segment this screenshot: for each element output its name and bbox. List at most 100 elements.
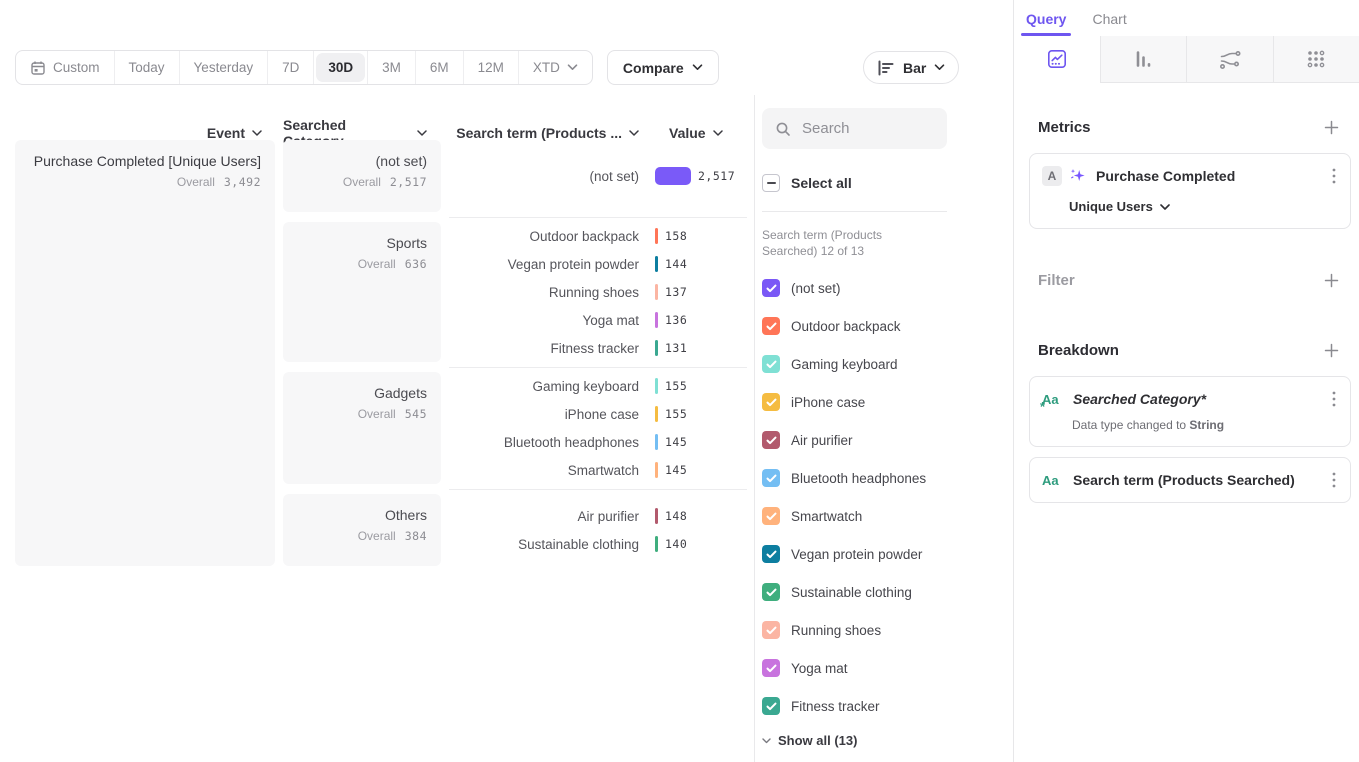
segment-filter-panel: Select all Search term (Products Searche… (762, 0, 1013, 762)
event-name: Purchase Completed [Unique Users] (34, 153, 261, 169)
checkbox-checked[interactable] (762, 431, 780, 449)
filter-item-label: (not set) (791, 281, 841, 296)
add-breakdown-button[interactable] (1324, 343, 1339, 358)
table-row[interactable]: Fitness tracker131 (449, 334, 747, 362)
tab-chart[interactable]: Chart (1092, 11, 1126, 36)
overall-value: 3,492 (224, 175, 261, 189)
tab-query[interactable]: Query (1026, 11, 1066, 36)
value-label: 145 (665, 463, 687, 477)
table-row[interactable]: Bluetooth headphones145 (449, 428, 747, 456)
filter-item-vegan-protein-powder[interactable]: Vegan protein powder (762, 535, 992, 573)
toolbar: CustomTodayYesterday7D30D3M6M12MXTD Comp… (15, 50, 719, 85)
value-label: 131 (665, 341, 687, 355)
date-range-7d[interactable]: 7D (268, 51, 314, 84)
metric-event-name: Purchase Completed (1096, 168, 1323, 184)
filter-item-sustainable-clothing[interactable]: Sustainable clothing (762, 573, 992, 611)
tab-retention-report[interactable] (1273, 36, 1359, 83)
value-bar (655, 312, 658, 328)
event-cell[interactable]: Purchase Completed [Unique Users] Overal… (15, 140, 275, 566)
table-row[interactable]: Outdoor backpack158 (449, 222, 747, 250)
kebab-menu-icon[interactable] (1330, 166, 1338, 186)
category-cell-gadgets[interactable]: GadgetsOverall545 (283, 372, 441, 484)
select-all-checkbox[interactable] (762, 174, 780, 192)
value-bar (655, 256, 658, 272)
table-row[interactable]: Running shoes137 (449, 278, 747, 306)
table-row[interactable]: (not set)2,517 (449, 162, 747, 190)
date-range-6m[interactable]: 6M (416, 51, 464, 84)
value-cell: 2,517 (655, 167, 747, 185)
filter-item-outdoor-backpack[interactable]: Outdoor backpack (762, 307, 992, 345)
value-label: 136 (665, 313, 687, 327)
checkbox-checked[interactable] (762, 317, 780, 335)
value-bar (655, 378, 658, 394)
filter-item-not-set[interactable]: (not set) (762, 269, 992, 307)
table-row[interactable]: Air purifier148 (449, 502, 747, 530)
retention-dots-icon (1306, 49, 1326, 69)
checkbox-checked[interactable] (762, 279, 780, 297)
filter-item-gaming-keyboard[interactable]: Gaming keyboard (762, 345, 992, 383)
date-range-today[interactable]: Today (115, 51, 180, 84)
filter-item-iphone-case[interactable]: iPhone case (762, 383, 992, 421)
overall-label: Overall (358, 407, 396, 421)
checkbox-checked[interactable] (762, 393, 780, 411)
filter-item-smartwatch[interactable]: Smartwatch (762, 497, 992, 535)
date-range-12m[interactable]: 12M (464, 51, 519, 84)
kebab-menu-icon[interactable] (1330, 389, 1338, 409)
value-label: 2,517 (698, 169, 735, 183)
date-range-custom[interactable]: Custom (16, 51, 115, 84)
category-cell-sports[interactable]: SportsOverall636 (283, 222, 441, 362)
checkbox-checked[interactable] (762, 469, 780, 487)
value-bar (655, 340, 658, 356)
filter-item-air-purifier[interactable]: Air purifier (762, 421, 992, 459)
checkbox-checked[interactable] (762, 697, 780, 715)
value-cell: 136 (655, 312, 747, 328)
date-range-30d[interactable]: 30D (316, 53, 365, 82)
value-label: 145 (665, 435, 687, 449)
metric-card[interactable]: A Purchase Completed Unique Users (1029, 153, 1351, 229)
tab-insights-report[interactable] (1014, 36, 1100, 83)
checkbox-checked[interactable] (762, 583, 780, 601)
date-range-xtd[interactable]: XTD (519, 51, 592, 84)
category-group-others: OthersOverall384 Air purifier148Sustainab… (283, 494, 747, 566)
kebab-menu-icon[interactable] (1330, 470, 1338, 490)
metric-aggregation-selector[interactable]: Unique Users (1069, 199, 1338, 214)
category-cell-not-set[interactable]: (not set)Overall2,517 (283, 140, 441, 212)
add-filter-button[interactable] (1324, 273, 1339, 288)
search-box[interactable] (762, 108, 947, 149)
tab-funnels-report[interactable] (1100, 36, 1187, 83)
value-cell: 155 (655, 406, 747, 422)
date-range-yesterday[interactable]: Yesterday (180, 51, 269, 84)
value-label: 144 (665, 257, 687, 271)
breakdown-card-search-term[interactable]: Aa Search term (Products Searched) (1029, 457, 1351, 503)
checkbox-checked[interactable] (762, 659, 780, 677)
compare-button[interactable]: Compare (607, 50, 719, 85)
filter-item-fitness-tracker[interactable]: Fitness tracker (762, 687, 992, 725)
search-input[interactable] (800, 119, 930, 138)
compare-label: Compare (623, 60, 684, 76)
filter-item-yoga-mat[interactable]: Yoga mat (762, 649, 992, 687)
table-row[interactable]: Smartwatch145 (449, 456, 747, 484)
checkbox-checked[interactable] (762, 507, 780, 525)
category-name: Others (385, 507, 427, 523)
table-row[interactable]: iPhone case155 (449, 400, 747, 428)
category-groups: (not set)Overall2,517 (not set)2,517 Sport… (283, 140, 747, 566)
value-bar (655, 406, 658, 422)
category-cell-others[interactable]: OthersOverall384 (283, 494, 441, 566)
show-all-button[interactable]: Show all (13) (762, 733, 857, 748)
tab-flows-report[interactable] (1186, 36, 1273, 83)
breakdown-card-searched-category[interactable]: Aa* Searched Category* Data type changed… (1029, 376, 1351, 447)
table-row[interactable]: Gaming keyboard155 (449, 372, 747, 400)
filter-item-label: Bluetooth headphones (791, 471, 926, 486)
breakdown-heading: Breakdown (1038, 342, 1119, 359)
add-metric-button[interactable] (1324, 120, 1339, 135)
select-all-row[interactable]: Select all (762, 174, 852, 192)
filter-item-bluetooth-headphones[interactable]: Bluetooth headphones (762, 459, 992, 497)
filter-item-running-shoes[interactable]: Running shoes (762, 611, 992, 649)
checkbox-checked[interactable] (762, 545, 780, 563)
table-row[interactable]: Vegan protein powder144 (449, 250, 747, 278)
date-range-3m[interactable]: 3M (367, 51, 416, 84)
checkbox-checked[interactable] (762, 355, 780, 373)
table-row[interactable]: Sustainable clothing140 (449, 530, 747, 558)
table-row[interactable]: Yoga mat136 (449, 306, 747, 334)
checkbox-checked[interactable] (762, 621, 780, 639)
